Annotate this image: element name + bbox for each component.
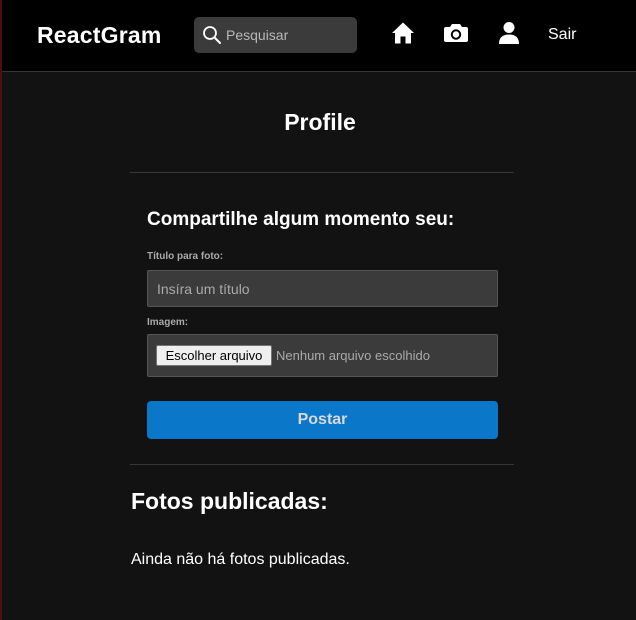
navbar: ReactGram Sair — [2, 0, 636, 72]
search-icon — [203, 26, 221, 44]
logout-link[interactable]: Sair — [548, 26, 576, 44]
page: ReactGram Sair Profile Compartilhe algum… — [0, 0, 636, 620]
new-photo-heading: Compartilhe algum momento seu: — [147, 209, 455, 230]
divider — [130, 172, 514, 173]
divider — [130, 464, 514, 465]
choose-file-button[interactable]: Escolher arquivo — [156, 345, 272, 366]
image-label: Imagem: — [147, 317, 189, 328]
user-icon[interactable] — [498, 21, 520, 45]
photo-title-label: Título para foto: — [147, 251, 224, 262]
page-title: Profile — [284, 109, 356, 135]
camera-icon[interactable] — [443, 21, 469, 45]
published-photos-heading: Fotos publicadas: — [131, 488, 328, 514]
photo-title-input[interactable] — [147, 270, 498, 307]
empty-photos-message: Ainda não há fotos publicadas. — [131, 551, 350, 568]
home-icon[interactable] — [391, 21, 415, 45]
brand-logo-link[interactable]: ReactGram — [37, 22, 162, 49]
post-button[interactable]: Postar — [147, 401, 498, 439]
file-status-text: Nenhum arquivo escolhido — [276, 348, 430, 363]
image-file-input[interactable]: Escolher arquivo Nenhum arquivo escolhid… — [147, 334, 498, 377]
search-form — [194, 17, 357, 53]
search-input[interactable] — [226, 17, 352, 53]
